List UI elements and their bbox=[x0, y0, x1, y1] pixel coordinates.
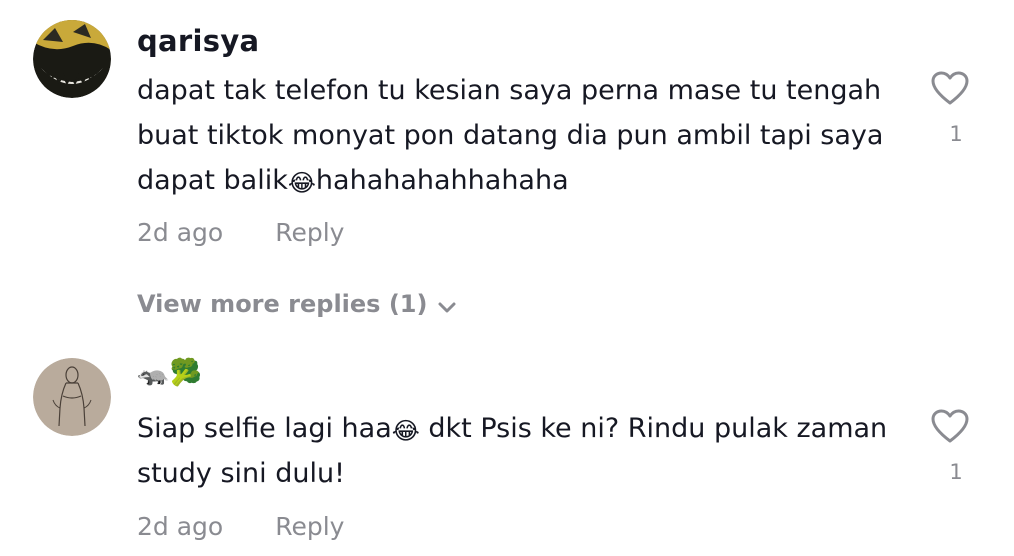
comment-item: qarisya dapat tak telefon tu kesian saya… bbox=[0, 0, 1014, 340]
comment-item: 🦡🥦 Siap selfie lagi haa😂 dkt Psis ke ni?… bbox=[0, 340, 1014, 556]
comment-meta: 2d ago Reply bbox=[137, 512, 344, 541]
comment-text-part: hahahahahhahaha bbox=[315, 165, 569, 196]
comment-text: dapat tak telefon tu kesian saya perna m… bbox=[137, 68, 897, 203]
like-button[interactable] bbox=[930, 70, 970, 106]
username[interactable]: qarisya bbox=[137, 24, 259, 58]
avatar[interactable] bbox=[33, 20, 111, 98]
heart-outline-icon bbox=[931, 71, 969, 105]
timestamp: 2d ago bbox=[137, 512, 224, 541]
comment-meta: 2d ago Reply bbox=[137, 218, 344, 247]
heart-outline-icon bbox=[931, 409, 969, 443]
timestamp: 2d ago bbox=[137, 218, 224, 247]
view-more-label: View more replies (1) bbox=[137, 290, 428, 318]
laughing-emoji: 😂 bbox=[391, 417, 420, 445]
reply-button[interactable]: Reply bbox=[275, 512, 344, 541]
comment-text-part: Siap selfie lagi haa bbox=[137, 413, 392, 444]
username[interactable]: 🦡🥦 bbox=[137, 358, 202, 388]
like-count: 1 bbox=[949, 122, 963, 146]
like-count: 1 bbox=[949, 460, 963, 484]
laughing-emoji: 😂 bbox=[287, 169, 316, 197]
like-button[interactable] bbox=[930, 408, 970, 444]
comment-text: Siap selfie lagi haa😂 dkt Psis ke ni? Ri… bbox=[137, 406, 897, 496]
reply-button[interactable]: Reply bbox=[275, 218, 344, 247]
view-more-replies-button[interactable]: View more replies (1) bbox=[137, 290, 457, 318]
chevron-down-icon bbox=[438, 302, 456, 313]
avatar[interactable] bbox=[33, 358, 111, 436]
